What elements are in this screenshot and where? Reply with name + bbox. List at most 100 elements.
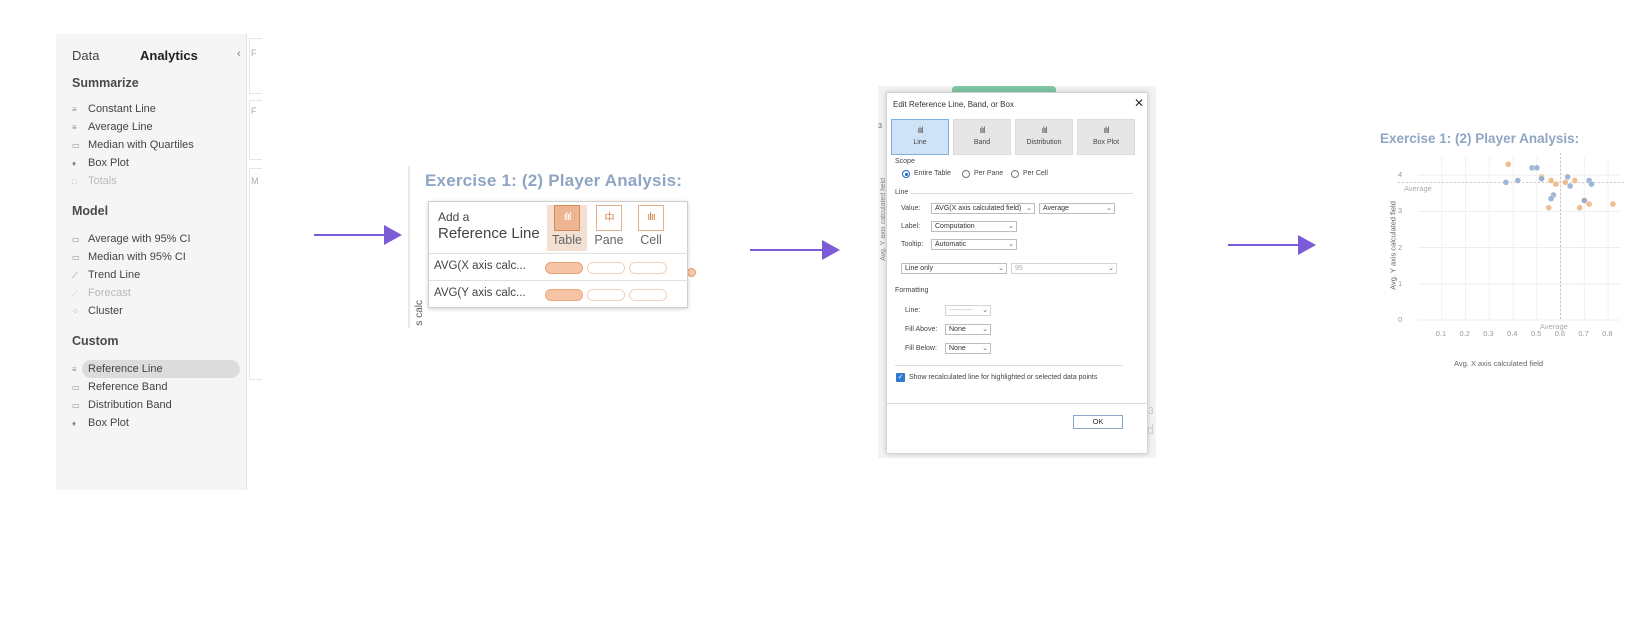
- chevron-down-icon: ⌄: [982, 326, 988, 333]
- analytics-pane: Data Analytics ‹ F F M Summarize ≡ Consta…: [56, 34, 262, 490]
- shelf-glyph: M: [251, 176, 259, 186]
- tab-label: Distribution: [1026, 139, 1062, 146]
- arrow-shaft: [1228, 244, 1304, 246]
- chevron-down-icon: ⌄: [1106, 205, 1112, 212]
- scope-option-cell[interactable]: ılıı Cell: [631, 205, 671, 251]
- arrow-shaft: [750, 249, 828, 251]
- drop-target-cell[interactable]: [629, 289, 667, 301]
- shelf-glyph: F: [251, 106, 257, 116]
- y-tick-label: 1: [1398, 278, 1403, 288]
- item-forecast: ⟋ Forecast: [72, 284, 244, 302]
- drop-target-pane[interactable]: [587, 262, 625, 274]
- y-tick-label: 4: [1398, 170, 1403, 180]
- step-arrow-2: [750, 240, 842, 260]
- ok-button[interactable]: OK: [1073, 415, 1123, 429]
- section-divider: [895, 365, 1123, 366]
- radio-per-pane[interactable]: [962, 170, 970, 178]
- select-value: Line only: [905, 265, 934, 272]
- forecast-icon: ⟋: [72, 289, 78, 298]
- scatter-point: [1547, 195, 1555, 202]
- value-field-select[interactable]: AVG(X axis calculated field) ⌄: [931, 203, 1035, 214]
- line-style-select[interactable]: Line only ⌄: [901, 263, 1007, 274]
- scatter-point: [1533, 164, 1541, 172]
- label-select[interactable]: Computation ⌄: [931, 221, 1017, 232]
- scatter-point: [1571, 177, 1579, 184]
- scatter-point: [1545, 204, 1552, 211]
- field-name: AVG(X axis calc...: [434, 260, 526, 272]
- adjacent-shelf-strip: F F M: [246, 34, 262, 490]
- item-label: Trend Line: [88, 269, 141, 281]
- select-value: Computation: [935, 223, 975, 230]
- axis-label-fragment: s calc: [414, 300, 425, 326]
- shelf-box: [249, 168, 262, 380]
- x-tick-label: 0.6: [1554, 329, 1566, 338]
- scope-title: Scope: [895, 158, 915, 165]
- item-label: Box Plot: [88, 417, 129, 429]
- tooltip-select[interactable]: Automatic ⌄: [931, 239, 1017, 250]
- item-median-ci[interactable]: ▭ Median with 95% CI: [72, 248, 244, 266]
- item-label: Average Line: [88, 121, 153, 133]
- section-summarize: Summarize: [72, 76, 139, 90]
- add-reference-line-panel: Exercise 1: (2) Player Analysis: s calc …: [408, 162, 696, 330]
- item-cluster[interactable]: ⁘ Cluster: [72, 302, 244, 320]
- tab-data[interactable]: Data: [72, 48, 99, 63]
- item-trend-line[interactable]: ⟋ Trend Line: [72, 266, 244, 284]
- reference-line-drop-card: Add a Reference Line ılıl Table ı‡ı Pane…: [428, 201, 689, 308]
- item-box-plot[interactable]: ♦ Box Plot: [72, 154, 244, 172]
- x-tick-label: 0.7: [1578, 329, 1589, 338]
- line-format-select[interactable]: ---------- ⌄: [945, 305, 991, 316]
- radio-per-cell[interactable]: [1011, 170, 1019, 178]
- y-average-label: Average: [1404, 184, 1432, 193]
- item-box-plot-custom[interactable]: ♦ Box Plot: [72, 414, 244, 432]
- field-name: AVG(Y axis calc...: [434, 287, 526, 299]
- fill-above-select[interactable]: None ⌄: [945, 324, 991, 335]
- drop-target-table[interactable]: [545, 289, 583, 301]
- y-tick-label: 2: [1398, 242, 1403, 252]
- scope-option-table[interactable]: ılıl Table: [547, 205, 587, 251]
- chevron-down-icon: ⌄: [1008, 223, 1014, 230]
- type-tab-band[interactable]: ılıl Band: [953, 119, 1011, 155]
- label-label: Label:: [901, 223, 921, 230]
- type-tab-distribution[interactable]: ılıl Distribution: [1015, 119, 1073, 155]
- item-distribution-band[interactable]: ▭ Distribution Band: [72, 396, 244, 414]
- formatting-title: Formatting: [895, 287, 929, 294]
- item-reference-line[interactable]: ≡ Reference Line: [72, 360, 244, 378]
- background-glyph: ɜ: [878, 120, 883, 130]
- drop-target-pane[interactable]: [587, 289, 625, 301]
- type-tab-line[interactable]: ılıl Line: [891, 119, 949, 155]
- fill-below-label: Fill Below:: [905, 345, 937, 352]
- item-constant-line[interactable]: ≡ Constant Line: [72, 100, 244, 118]
- drop-target-cell[interactable]: [629, 262, 667, 274]
- radio-entire-table[interactable]: [902, 170, 910, 178]
- item-totals: □ Totals: [72, 172, 244, 190]
- edit-reference-dialog: Edit Reference Line, Band, or Box ✕ ılıl…: [886, 92, 1148, 454]
- y-tick-label: 0: [1398, 315, 1403, 324]
- item-median-quartiles[interactable]: ▭ Median with Quartiles: [72, 136, 244, 154]
- recalc-checkbox[interactable]: ✓: [896, 373, 905, 382]
- fill-below-select[interactable]: None ⌄: [945, 343, 991, 354]
- collapse-pane-icon[interactable]: ‹: [237, 48, 241, 60]
- tab-label: Band: [973, 139, 991, 146]
- option-label: Cell: [640, 233, 662, 247]
- type-tab-box-plot[interactable]: ılıl Box Plot: [1077, 119, 1135, 155]
- item-label: Median with 95% CI: [88, 251, 186, 263]
- x-tick-label: 0.3: [1483, 329, 1494, 338]
- select-value: None: [949, 326, 966, 333]
- footer-divider: [887, 403, 1147, 404]
- totals-icon: □: [72, 177, 77, 186]
- drop-target-table[interactable]: [545, 262, 583, 274]
- close-icon[interactable]: ✕: [1134, 96, 1144, 110]
- item-label: Forecast: [88, 287, 131, 299]
- item-label: Constant Line: [88, 103, 156, 115]
- scope-option-pane[interactable]: ı‡ı Pane: [589, 205, 629, 251]
- value-aggregation-select[interactable]: Average ⌄: [1039, 203, 1115, 214]
- chevron-down-icon: ⌄: [1008, 241, 1014, 248]
- tab-analytics[interactable]: Analytics: [140, 48, 198, 63]
- item-average-line[interactable]: ≡ Average Line: [72, 118, 244, 136]
- median-quartiles-icon: ▭: [72, 141, 80, 150]
- radio-label: Per Cell: [1023, 170, 1048, 177]
- item-reference-band[interactable]: ▭ Reference Band: [72, 378, 244, 396]
- chevron-down-icon: ⌄: [1026, 205, 1032, 212]
- item-average-ci[interactable]: ▭ Average with 95% CI: [72, 230, 244, 248]
- value-label: Value:: [901, 205, 921, 212]
